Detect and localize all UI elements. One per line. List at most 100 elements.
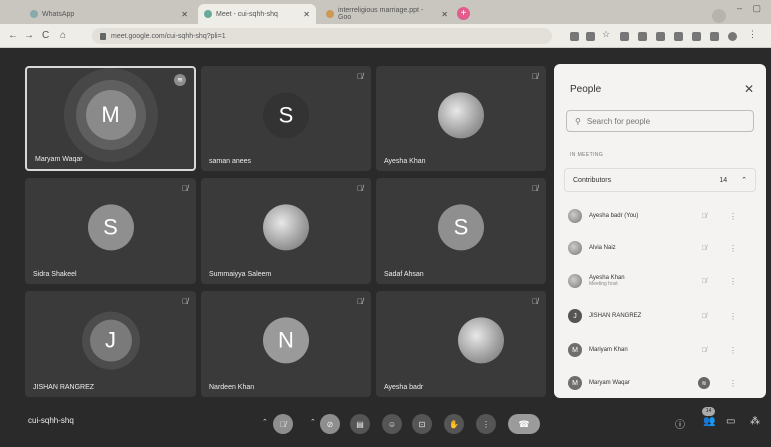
camera-toggle-button[interactable]: ⊘	[320, 414, 340, 434]
participant-tile[interactable]: N 🎙̸ Nardeen Khan	[201, 291, 371, 397]
profile-icon[interactable]	[728, 32, 737, 41]
participant-name: Summaiyya Saleem	[209, 271, 272, 278]
address-bar-row: ← → C ⌂ meet.google.com/cui-sqhh-shq?pli…	[0, 24, 771, 48]
search-input[interactable]	[586, 116, 737, 126]
mic-off-icon[interactable]: 🎙̸	[692, 278, 716, 285]
raise-hand-button[interactable]: ✋	[444, 414, 464, 434]
url-field[interactable]: meet.google.com/cui-sqhh-shq?pli=1	[92, 28, 552, 44]
tab-whatsapp[interactable]: WhatsApp ✕	[24, 4, 194, 24]
close-tab-icon[interactable]: ✕	[441, 10, 448, 19]
meeting-details-icon[interactable]: ⓘ	[675, 416, 685, 431]
member-avatar: J	[568, 309, 582, 323]
more-options-button[interactable]: ⋮	[476, 414, 496, 434]
mic-off-icon[interactable]: 🎙̸	[692, 347, 716, 354]
chevron-up-icon[interactable]: ⌃	[310, 418, 316, 426]
participant-avatar: S	[263, 91, 309, 138]
extension-icon[interactable]	[638, 32, 647, 41]
mic-off-icon: 🎙̸	[182, 184, 188, 193]
tab-slides[interactable]: interreligious marriage.ppt - Goo ✕	[320, 4, 454, 24]
menu-icon[interactable]: ⋮	[748, 29, 757, 39]
section-label: IN MEETING	[570, 152, 604, 158]
member-row[interactable]: Ayesha badr (You) 🎙̸ ⋮	[568, 204, 754, 228]
emoji-reactions-button[interactable]: ☺	[382, 414, 402, 434]
participant-name: Sadaf Ahsan	[384, 271, 424, 278]
close-panel-icon[interactable]: ✕	[744, 82, 754, 96]
tab-meet[interactable]: Meet - cui-sqhh-shq ✕	[198, 4, 316, 24]
back-icon[interactable]: ←	[8, 30, 18, 41]
microphone-toggle-button[interactable]: 🎙̸	[273, 414, 293, 434]
contributors-group-toggle[interactable]: Contributors 14 ⌃	[564, 168, 756, 192]
member-row[interactable]: Alvia Naiz 🎙̸ ⋮	[568, 236, 754, 260]
home-icon[interactable]: ⌂	[60, 30, 66, 41]
member-avatar	[568, 274, 582, 288]
close-tab-icon[interactable]: ✕	[303, 10, 310, 19]
leave-call-button[interactable]: ☎	[508, 414, 540, 434]
close-tab-icon[interactable]: ✕	[181, 10, 188, 19]
participant-tile[interactable]: J 🎙̸ JISHAN RANGREZ	[25, 291, 196, 397]
mic-off-icon: 🎙̸	[532, 297, 538, 306]
participant-avatar: J	[89, 319, 132, 362]
participant-avatar: M	[85, 89, 136, 140]
member-avatar: M	[568, 343, 582, 357]
member-row[interactable]: J JISHAN RANGREZ 🎙̸ ⋮	[568, 304, 754, 328]
meet-favicon-icon	[204, 10, 212, 18]
member-name: Maryam Waqar	[589, 379, 630, 386]
speaking-indicator-icon: ≋	[174, 74, 186, 86]
reload-icon[interactable]: C	[42, 30, 49, 41]
member-name: Ayesha Khan	[589, 274, 625, 281]
participant-avatar: S	[438, 204, 484, 251]
participant-tile[interactable]: M ≋ Maryam Waqar	[25, 66, 196, 171]
more-options-icon[interactable]: ⋮	[723, 244, 743, 253]
chat-icon[interactable]: ▭	[726, 416, 735, 427]
participant-tile[interactable]: 🎙̸ Summaiyya Saleem	[201, 178, 371, 284]
participant-tile[interactable]: S 🎙̸ saman anees	[201, 66, 371, 171]
profile-avatar-icon[interactable]	[712, 9, 726, 23]
mic-off-icon: 🎙̸	[357, 184, 363, 193]
chevron-up-icon[interactable]: ⌃	[262, 418, 268, 426]
participant-name: Ayesha Khan	[384, 158, 426, 165]
participant-tile[interactable]: 🎙̸ Ayesha badr	[376, 291, 546, 397]
mic-off-icon[interactable]: 🎙̸	[692, 213, 716, 220]
member-row[interactable]: Ayesha Khan Meeting host 🎙̸ ⋮	[568, 269, 754, 293]
activities-icon[interactable]: ⁂	[750, 416, 760, 427]
tab-title: WhatsApp	[42, 10, 75, 18]
tab-title: interreligious marriage.ppt - Goo	[338, 7, 424, 21]
speaking-indicator-icon: ≋	[698, 377, 710, 389]
mic-off-icon[interactable]: 🎙̸	[692, 245, 716, 252]
member-name: Mariyam Khan	[589, 346, 628, 353]
participant-tile[interactable]: 🎙̸ Ayesha Khan	[376, 66, 546, 171]
member-row[interactable]: M Mariyam Khan 🎙̸ ⋮	[568, 338, 754, 362]
more-options-icon[interactable]: ⋮	[723, 312, 743, 321]
participant-tile[interactable]: S 🎙̸ Sadaf Ahsan	[376, 178, 546, 284]
browser-tab-strip: WhatsApp ✕ Meet - cui-sqhh-shq ✕ interre…	[0, 0, 771, 24]
more-options-icon[interactable]: ⋮	[723, 379, 743, 388]
window-controls[interactable]: – ▢	[737, 3, 765, 14]
share-icon[interactable]	[586, 32, 595, 41]
present-screen-button[interactable]: ⊡	[412, 414, 432, 434]
mic-off-icon[interactable]: 🎙̸	[692, 313, 716, 320]
camera-indicator-icon[interactable]	[570, 32, 579, 41]
search-people-field[interactable]: ⚲	[566, 110, 754, 132]
people-icon[interactable]: 👥	[703, 416, 715, 427]
captions-button[interactable]: ▤	[350, 414, 370, 434]
member-row[interactable]: M Maryam Waqar ≋ ⋮	[568, 371, 754, 395]
search-icon: ⚲	[575, 116, 581, 126]
participant-name: Nardeen Khan	[209, 384, 255, 391]
forward-icon[interactable]: →	[24, 30, 34, 41]
participant-tile[interactable]: S 🎙̸ Sidra Shakeel	[25, 178, 196, 284]
more-options-icon[interactable]: ⋮	[723, 346, 743, 355]
more-options-icon[interactable]: ⋮	[723, 277, 743, 286]
extension-icon[interactable]	[656, 32, 665, 41]
bookmark-star-icon[interactable]: ☆	[602, 29, 611, 39]
more-options-icon[interactable]: ⋮	[723, 212, 743, 221]
participant-photo	[458, 317, 505, 364]
member-name: JISHAN RANGREZ	[589, 312, 642, 319]
participant-name: JISHAN RANGREZ	[33, 384, 95, 391]
mic-off-icon: 🎙̸	[357, 72, 363, 81]
puzzle-icon[interactable]	[692, 32, 701, 41]
side-panel-icon[interactable]	[710, 32, 719, 41]
new-tab-button[interactable]: +	[457, 7, 470, 20]
extension-icon[interactable]	[620, 32, 629, 41]
extension-icon[interactable]	[674, 32, 683, 41]
tab-title: Meet - cui-sqhh-shq	[216, 10, 278, 18]
